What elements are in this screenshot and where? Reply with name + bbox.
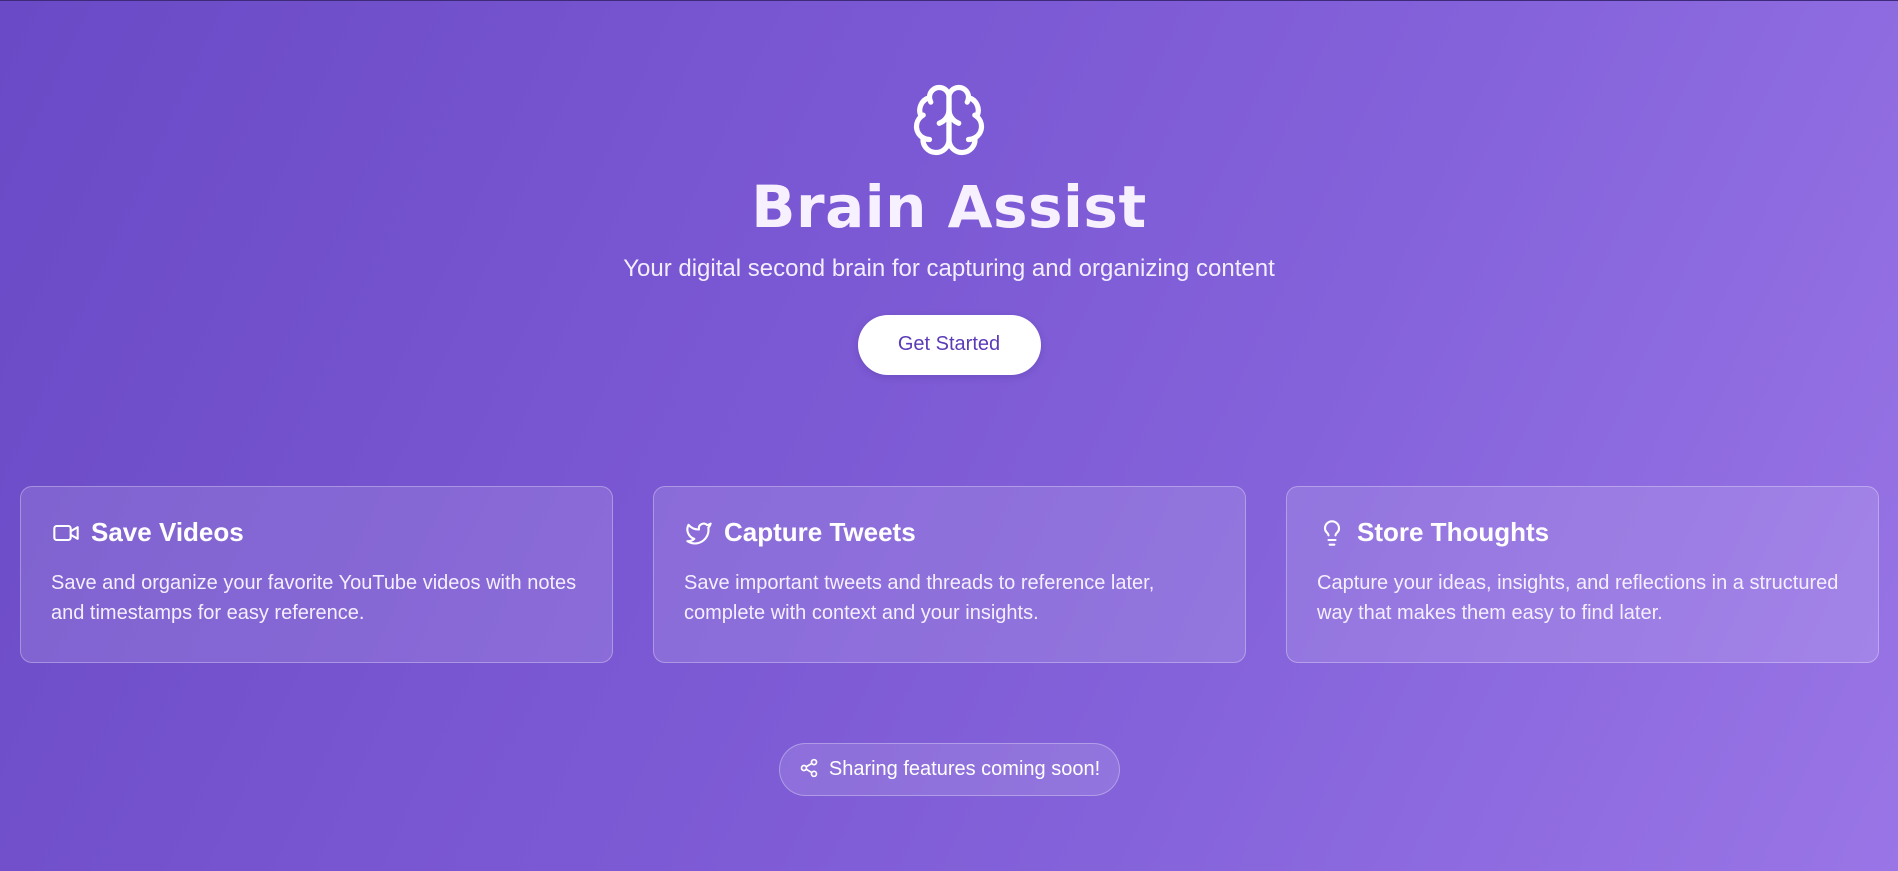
- twitter-bird-icon: [684, 518, 714, 548]
- card-title: Save Videos: [91, 517, 244, 547]
- brain-icon: [909, 80, 989, 160]
- card-header: Save Videos: [51, 517, 582, 548]
- app-title: Brain Assist: [751, 173, 1147, 241]
- card-header: Store Thoughts: [1317, 517, 1848, 548]
- card-title: Capture Tweets: [724, 517, 916, 547]
- card-description: Save and organize your favorite YouTube …: [51, 572, 577, 624]
- lightbulb-icon: [1317, 518, 1347, 548]
- video-camera-icon: [51, 518, 81, 548]
- share-icon: [799, 758, 819, 782]
- feature-card-save-videos: Save Videos Save and organize your favor…: [20, 486, 613, 663]
- hero-section: Brain Assist Your digital second brain f…: [0, 0, 1898, 375]
- feature-cards: Save Videos Save and organize your favor…: [20, 486, 1879, 663]
- card-description: Capture your ideas, insights, and reflec…: [1317, 572, 1839, 624]
- get-started-button[interactable]: Get Started: [857, 314, 1041, 375]
- feature-card-capture-tweets: Capture Tweets Save important tweets and…: [653, 486, 1246, 663]
- card-title: Store Thoughts: [1357, 517, 1550, 547]
- feature-card-store-thoughts: Store Thoughts Capture your ideas, insig…: [1286, 486, 1879, 663]
- sharing-notice-text: Sharing features coming soon!: [828, 758, 1101, 780]
- sharing-notice-badge: Sharing features coming soon!: [779, 743, 1120, 796]
- card-header: Capture Tweets: [684, 517, 1215, 548]
- app-subtitle: Your digital second brain for capturing …: [623, 254, 1275, 282]
- card-description: Save important tweets and threads to ref…: [684, 572, 1155, 624]
